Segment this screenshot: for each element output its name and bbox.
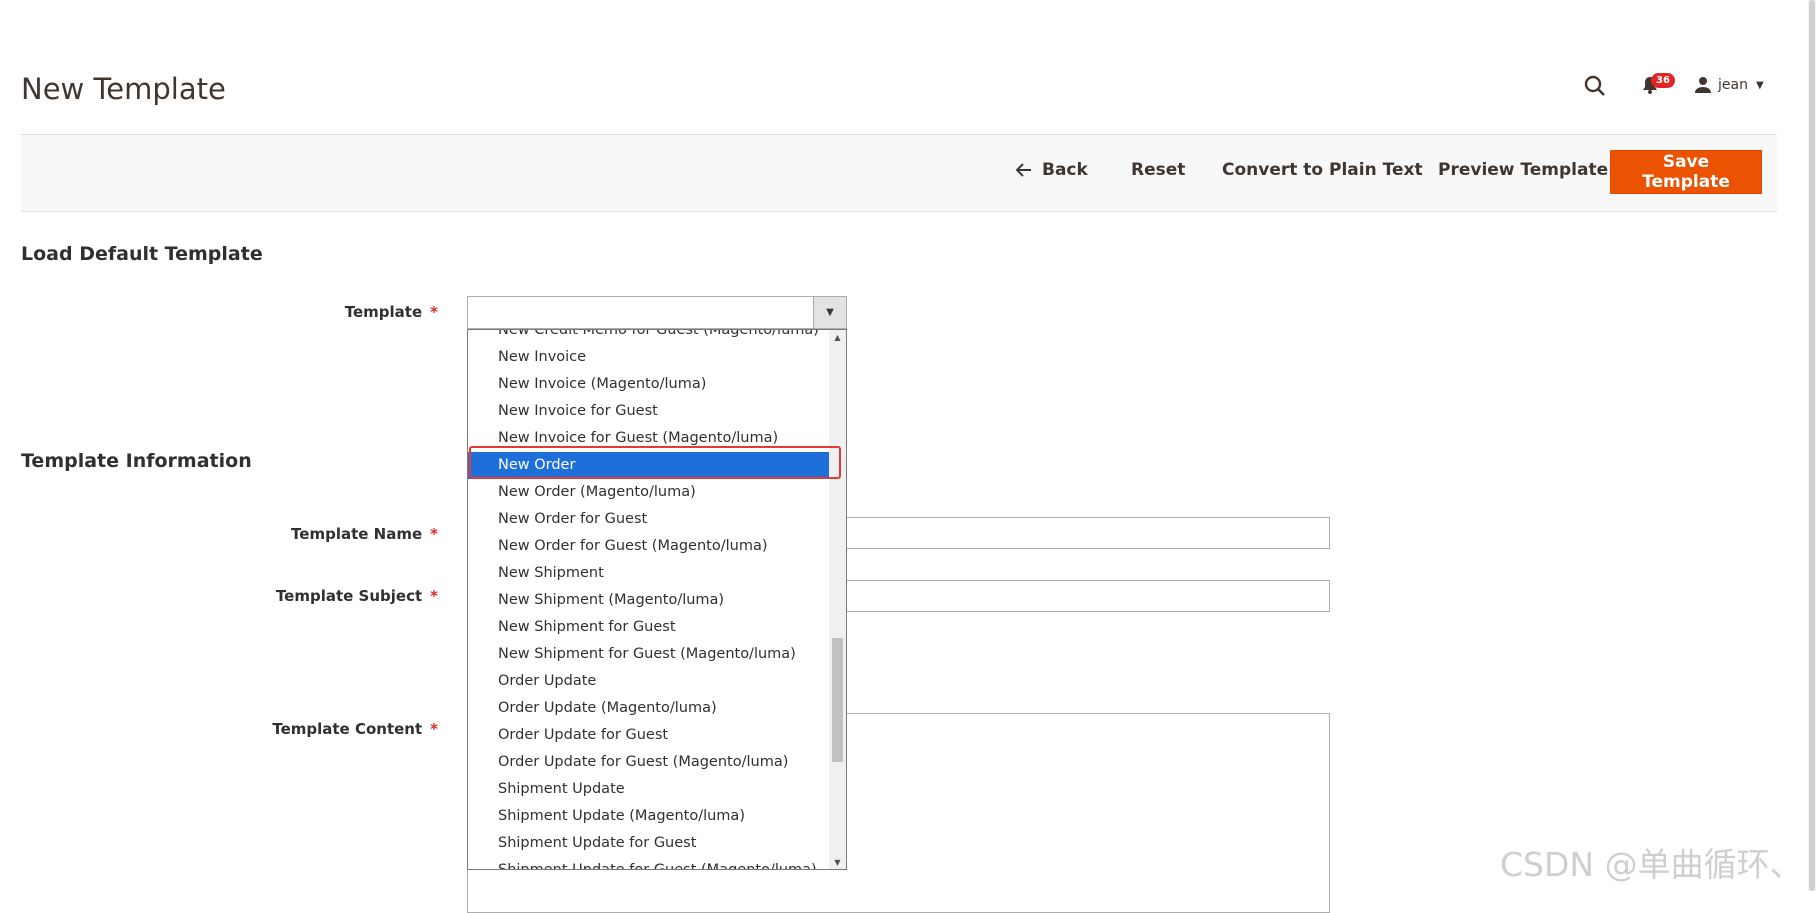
dropdown-option[interactable]: New Shipment (Magento/luma) [468,587,829,614]
dropdown-option[interactable]: New Shipment for Guest [468,614,829,641]
back-button[interactable]: Back [1016,160,1088,180]
user-name: jean [1718,77,1748,93]
dropdown-option[interactable]: Shipment Update for Guest [468,830,829,857]
scroll-down-icon[interactable]: ▼ [829,855,846,869]
dropdown-option[interactable]: Order Update for Guest (Magento/luma) [468,749,829,776]
dropdown-option[interactable]: New Order (Magento/luma) [468,479,829,506]
template-information-heading: Template Information [21,450,252,472]
back-label: Back [1042,160,1088,180]
dropdown-option[interactable]: New Credit Memo for Guest (Magento/luma) [468,330,829,344]
dropdown-option[interactable]: Shipment Update for Guest (Magento/luma) [468,857,829,869]
template-label: Template * [344,303,438,321]
load-default-template-heading: Load Default Template [21,243,263,265]
template-name-input[interactable] [846,517,1330,549]
dropdown-option[interactable]: New Order for Guest [468,506,829,533]
convert-plain-text-button[interactable]: Convert to Plain Text [1222,160,1423,180]
dropdown-option[interactable]: Order Update [468,668,829,695]
selection-highlight-annotation [469,446,841,479]
chevron-down-icon: ▼ [1755,79,1764,91]
user-icon [1695,77,1711,93]
search-icon[interactable] [1583,74,1607,98]
page-title: New Template [21,72,226,106]
page-scrollbar[interactable] [1808,0,1816,891]
page-scrollbar-thumb[interactable] [1809,0,1815,891]
dropdown-option[interactable]: New Order for Guest (Magento/luma) [468,533,829,560]
dropdown-scrollbar[interactable]: ▲ ▼ [829,330,846,869]
scrollbar-thumb[interactable] [832,638,843,762]
dropdown-arrow-icon[interactable]: ▼ [813,297,846,328]
preview-template-button[interactable]: Preview Template [1438,160,1608,180]
scroll-up-icon[interactable]: ▲ [829,330,846,344]
template-subject-label: Template Subject * [275,587,438,605]
dropdown-option[interactable]: Shipment Update [468,776,829,803]
user-menu[interactable]: jean ▼ [1694,76,1764,94]
notifications-badge: 36 [1651,73,1675,88]
reset-button[interactable]: Reset [1131,160,1185,180]
watermark: CSDN @单曲循环、 [1500,845,1803,884]
dropdown-option[interactable]: Order Update (Magento/luma) [468,695,829,722]
dropdown-option[interactable]: New Shipment [468,560,829,587]
template-subject-input[interactable] [846,580,1330,612]
dropdown-option[interactable]: New Invoice (Magento/luma) [468,371,829,398]
dropdown-option[interactable]: Shipment Update (Magento/luma) [468,803,829,830]
arrow-left-icon [1016,163,1031,177]
template-content-label: Template Content * [272,720,438,738]
dropdown-option[interactable]: New Shipment for Guest (Magento/luma) [468,641,829,668]
template-name-label: Template Name * [291,525,438,543]
dropdown-option[interactable]: Order Update for Guest [468,722,829,749]
dropdown-option[interactable]: New Invoice for Guest [468,398,829,425]
template-select[interactable]: ▼ [467,296,847,329]
template-dropdown-list[interactable]: New Credit Memo for Guest (Magento/luma)… [467,329,847,870]
dropdown-option[interactable]: New Invoice [468,344,829,371]
save-template-button[interactable]: Save Template [1610,150,1762,194]
